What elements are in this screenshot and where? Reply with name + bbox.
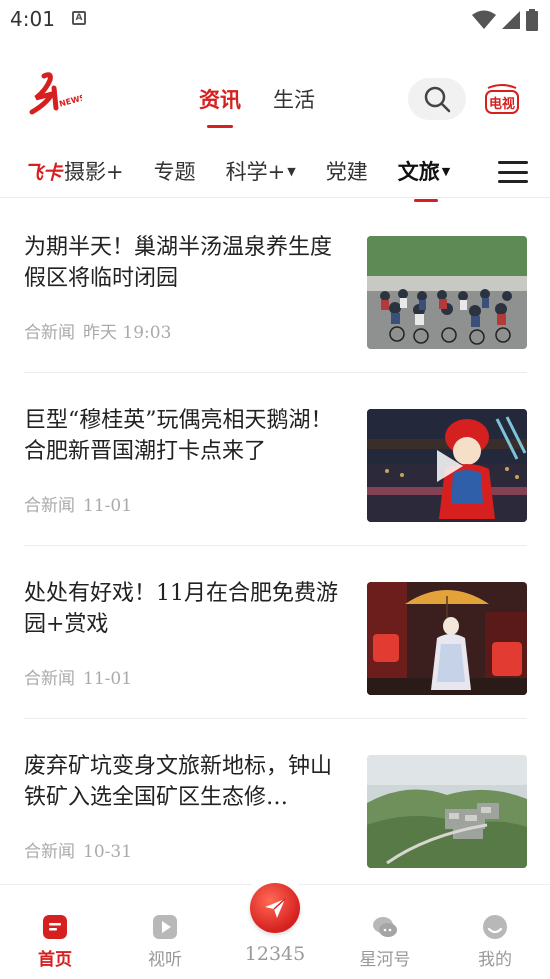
channel-label: 专题	[153, 160, 196, 184]
menu-icon	[498, 161, 528, 164]
opera-doll-night-photo[interactable]	[367, 409, 527, 522]
caret-down-icon: ▼	[287, 164, 296, 178]
profile-icon	[483, 915, 507, 939]
channel-party[interactable]: 党建	[326, 156, 368, 186]
wifi-icon	[472, 10, 496, 29]
status-icons	[472, 9, 538, 31]
tv-button[interactable]: 电视	[482, 80, 522, 120]
channel-label: 摄影+	[64, 160, 124, 184]
news-source: 合新闻	[24, 842, 75, 862]
news-source: 合新闻	[24, 323, 75, 343]
nav-label: 首页	[38, 950, 72, 970]
news-list: 为期半天！巢湖半汤温泉养生度假区将临时闭园 合新闻 昨天 19:03 巨型“穆桂英…	[24, 200, 527, 892]
app-header: NEWS 资讯 生活 电视	[0, 62, 550, 138]
cyclists-race-photo[interactable]	[367, 236, 527, 349]
news-source: 合新闻	[24, 496, 75, 516]
channel-label: 科学+	[225, 160, 286, 184]
news-time: 11-01	[83, 669, 133, 689]
news-meta: 合新闻 10-31	[24, 837, 132, 862]
play-icon	[437, 449, 463, 482]
bottom-nav: 首页 视听 12345 星河号 我的	[0, 875, 550, 979]
news-title: 为期半天！巢湖半汤温泉养生度假区将临时闭园	[24, 235, 333, 291]
channel-list: 飞卡 摄影+ 专题 科学+ ▼ 党建 文旅 ▼	[24, 156, 480, 202]
channel-topics[interactable]: 专题	[154, 156, 196, 186]
paper-plane-icon	[265, 898, 286, 918]
channel-science[interactable]: 科学+ ▼	[226, 156, 296, 186]
status-bar: 4:01 A	[0, 0, 550, 40]
channel-photo[interactable]: 飞卡 摄影+	[24, 156, 124, 186]
news-time: 11-01	[83, 496, 133, 516]
channel-label: 党建	[325, 160, 368, 184]
nav-home[interactable]: 首页	[15, 913, 95, 970]
svg-text:NEWS: NEWS	[58, 93, 82, 109]
search-icon	[424, 86, 451, 113]
tab-news[interactable]: 资讯	[199, 84, 241, 128]
news-meta: 合新闻 11-01	[24, 491, 132, 516]
news-title: 巨型“穆桂英”玩偶亮相天鹅湖！合肥新晋国潮打卡点来了	[24, 408, 333, 464]
signal-icon	[502, 11, 520, 29]
news-time: 10-31	[83, 842, 133, 862]
news-source: 合新闻	[24, 669, 75, 689]
news-time: 昨天 19:03	[83, 323, 172, 343]
list-item[interactable]: 为期半天！巢湖半汤温泉养生度假区将临时闭园 合新闻 昨天 19:03	[24, 200, 527, 373]
channel-nav: 飞卡 摄影+ 专题 科学+ ▼ 党建 文旅 ▼	[0, 150, 550, 202]
nav-profile[interactable]: 我的	[455, 913, 535, 970]
nav-label: 视听	[148, 950, 182, 970]
news-meta: 合新闻 11-01	[24, 664, 132, 689]
status-time: 4:01	[10, 7, 55, 31]
mountain-mine-aerial-photo[interactable]	[367, 755, 527, 868]
opera-performer-umbrella-photo[interactable]	[367, 582, 527, 695]
search-button[interactable]	[408, 78, 466, 120]
news-title: 废弃矿坑变身文旅新地标，钟山铁矿入选全国矿区生态修…	[24, 754, 333, 810]
hotline-label: 12345	[244, 943, 306, 965]
battery-icon	[526, 9, 538, 31]
news-title: 处处有好戏！11月在合肥免费游园+赏戏	[24, 581, 338, 637]
caret-down-icon: ▼	[441, 164, 451, 178]
tv-label: 电视	[489, 96, 515, 112]
top-tabs: 资讯 生活	[199, 84, 315, 128]
chat-icon	[373, 917, 397, 937]
home-icon	[43, 915, 67, 939]
nav-label: 我的	[478, 950, 512, 970]
play-icon	[153, 915, 177, 939]
list-item[interactable]: 废弃矿坑变身文旅新地标，钟山铁矿入选全国矿区生态修… 合新闻 10-31	[24, 719, 527, 892]
notification-icon: A	[72, 11, 86, 25]
tv-icon: 电视	[485, 84, 519, 114]
channel-label: 文旅	[397, 159, 440, 184]
nav-label: 星河号	[359, 950, 411, 970]
channel-menu-button[interactable]	[498, 158, 528, 186]
news-meta: 合新闻 昨天 19:03	[24, 318, 171, 343]
nav-fade	[480, 150, 500, 196]
tab-life[interactable]: 生活	[273, 84, 315, 114]
hotline-button[interactable]	[242, 875, 308, 941]
list-item[interactable]: 处处有好戏！11月在合肥免费游园+赏戏 合新闻 11-01	[24, 546, 527, 719]
feika-badge: 飞卡	[24, 161, 63, 184]
hefei-news-logo[interactable]: NEWS	[26, 68, 82, 124]
list-item[interactable]: 巨型“穆桂英”玩偶亮相天鹅湖！合肥新晋国潮打卡点来了 合新闻 11-01	[24, 373, 527, 546]
nav-video[interactable]: 视听	[125, 913, 205, 970]
channel-culture-tourism[interactable]: 文旅 ▼	[397, 156, 451, 202]
nav-xinghe[interactable]: 星河号	[345, 913, 425, 970]
hotline-icon	[250, 883, 300, 933]
